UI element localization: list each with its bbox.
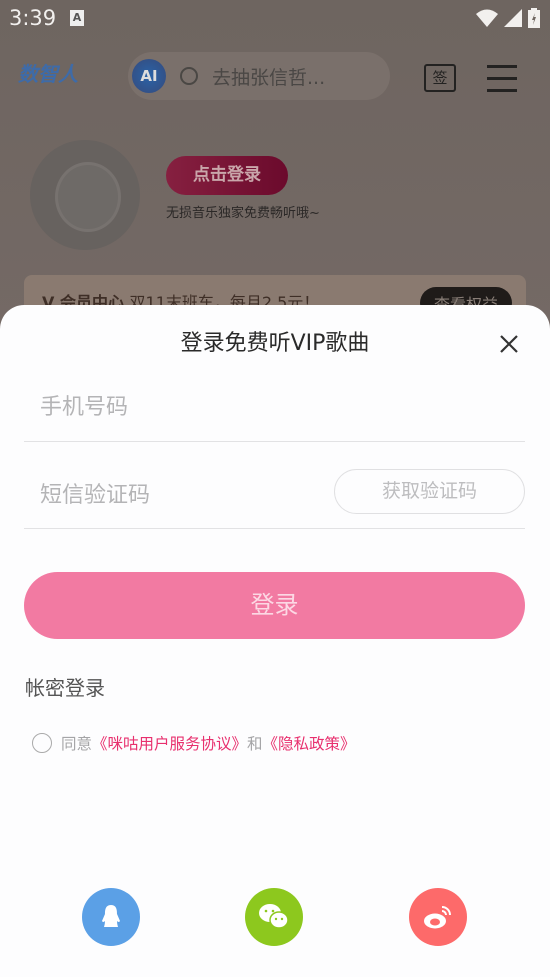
privacy-link[interactable]: 《隐私政策》 [263,732,356,754]
profile-tagline: 无损音乐独家免费畅听哦~ [166,206,320,221]
click-login-button[interactable]: 点击登录 [166,156,288,195]
password-login-link[interactable]: 帐密登录 [25,672,105,701]
search-icon [180,67,198,85]
code-placeholder: 短信验证码 [40,483,151,508]
notification-icon: A [70,10,84,26]
sign-in-calendar-icon[interactable]: 签 [424,64,456,92]
ai-button[interactable]: AI [132,59,166,93]
get-code-button[interactable]: 获取验证码 [334,469,525,514]
phone-placeholder: 手机号码 [40,395,129,420]
agree-prefix: 同意 [61,735,93,753]
weibo-icon [424,906,451,929]
avatar[interactable] [30,140,140,250]
sms-code-input[interactable]: 短信验证码 获取验证码 [24,453,525,529]
search-placeholder: 去抽张信哲... [212,66,326,89]
close-icon[interactable] [498,333,520,355]
menu-icon[interactable] [487,65,517,101]
terms-link[interactable]: 《咪咕用户服务协议》 [92,732,247,754]
agree-and: 和 [247,735,263,753]
status-time: 3:39 [9,6,57,30]
agreement-row: 同意 《咪咕用户服务协议》 和 《隐私政策》 [32,732,356,754]
login-button[interactable]: 登录 [24,572,525,639]
qq-login-button[interactable] [82,888,140,946]
search-bar[interactable]: AI 去抽张信哲... [128,52,390,100]
login-sheet: 登录免费听VIP歌曲 手机号码 短信验证码 获取验证码 登录 帐密登录 同意 《… [0,305,550,977]
status-bar: 3:39 A [0,0,550,36]
phone-input[interactable]: 手机号码 [24,365,525,442]
sheet-title: 登录免费听VIP歌曲 [180,331,370,356]
signal-icon [504,9,522,27]
qq-icon [102,905,120,927]
app-logo[interactable]: 数智人 [18,58,78,87]
wifi-icon [476,9,498,27]
agree-checkbox[interactable] [32,733,52,753]
wechat-login-button[interactable] [245,888,303,946]
wechat-icon [259,904,289,929]
weibo-login-button[interactable] [409,888,467,946]
battery-icon [528,8,540,28]
